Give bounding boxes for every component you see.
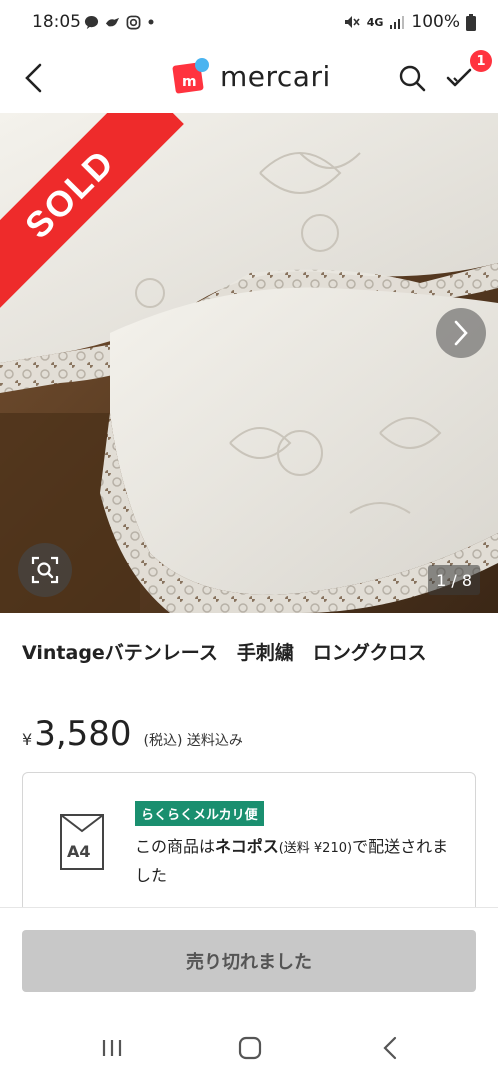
notification-icons <box>84 14 155 30</box>
status-time: 18:05 <box>32 12 81 32</box>
product-title: Vintageバテンレース 手刺繍 ロングクロス <box>22 642 427 664</box>
back-button[interactable] <box>12 56 56 100</box>
recent-apps-button[interactable] <box>92 1033 132 1063</box>
notification-badge: 1 <box>470 50 492 72</box>
shipping-description: この商品はネコポス(送料 ¥210)で配送されました <box>135 833 455 889</box>
envelope-size-label: A4 <box>67 842 91 861</box>
product-price: 3,580 <box>34 714 132 754</box>
system-nav-bar <box>0 1015 498 1080</box>
signal-icon <box>390 16 405 29</box>
recent-apps-icon <box>102 1040 122 1056</box>
shipping-info-card: A4 らくらくメルカリ便 この商品はネコポス(送料 ¥210)で配送されました <box>22 772 476 922</box>
bird-app-icon <box>105 17 120 26</box>
battery-percent: 100% <box>411 12 460 32</box>
chevron-left-icon <box>25 63 42 93</box>
envelope-a4-icon: A4 <box>60 814 104 870</box>
system-back-button[interactable] <box>370 1033 410 1063</box>
status-bar: 18:05 4G 100% <box>0 0 498 46</box>
home-button[interactable] <box>230 1033 270 1063</box>
logo-text: mercari <box>220 59 331 93</box>
image-counter: 1 / 8 <box>428 565 480 595</box>
product-image-carousel[interactable]: SOLD 1 / 8 <box>0 113 498 613</box>
status-right: 4G 100% <box>343 12 476 32</box>
network-type: 4G <box>366 15 384 29</box>
shipping-method-name: ネコポス <box>215 837 279 856</box>
sold-out-button[interactable]: 売り切れました <box>22 930 476 992</box>
product-page: 18:05 4G 100% m mercari 1 SOLD 1 / 8 Vin… <box>0 0 498 1080</box>
more-dot-icon <box>148 19 154 25</box>
instagram-icon <box>126 15 141 29</box>
bottom-action-bar: 売り切れました <box>0 907 498 1015</box>
chevron-right-icon <box>454 320 468 346</box>
shipping-method-tag: らくらくメルカリ便 <box>135 801 264 826</box>
currency-symbol: ¥ <box>22 730 33 749</box>
mute-icon <box>344 16 360 28</box>
mercari-logo: m mercari <box>172 56 331 96</box>
svg-text:m: m <box>182 74 197 90</box>
app-header: m mercari <box>0 46 498 112</box>
tax-shipping-note: (税込) 送料込み <box>143 733 243 749</box>
image-search-button[interactable] <box>18 543 72 597</box>
shipping-desc-prefix: この商品は <box>135 837 216 856</box>
back-arrow-icon <box>383 1036 397 1060</box>
price-row: ¥ 3,580 (税込) 送料込み <box>22 714 243 754</box>
next-image-button[interactable] <box>436 308 486 358</box>
mercari-logo-icon: m <box>172 58 209 94</box>
shipping-fee: (送料 ¥210) <box>278 841 353 856</box>
chat-app-icon <box>84 15 99 29</box>
search-button[interactable] <box>390 56 434 100</box>
battery-icon <box>466 13 476 31</box>
search-icon <box>399 65 426 92</box>
image-search-icon <box>31 556 59 584</box>
checkmark-list-icon <box>446 68 472 87</box>
home-icon <box>238 1036 262 1060</box>
